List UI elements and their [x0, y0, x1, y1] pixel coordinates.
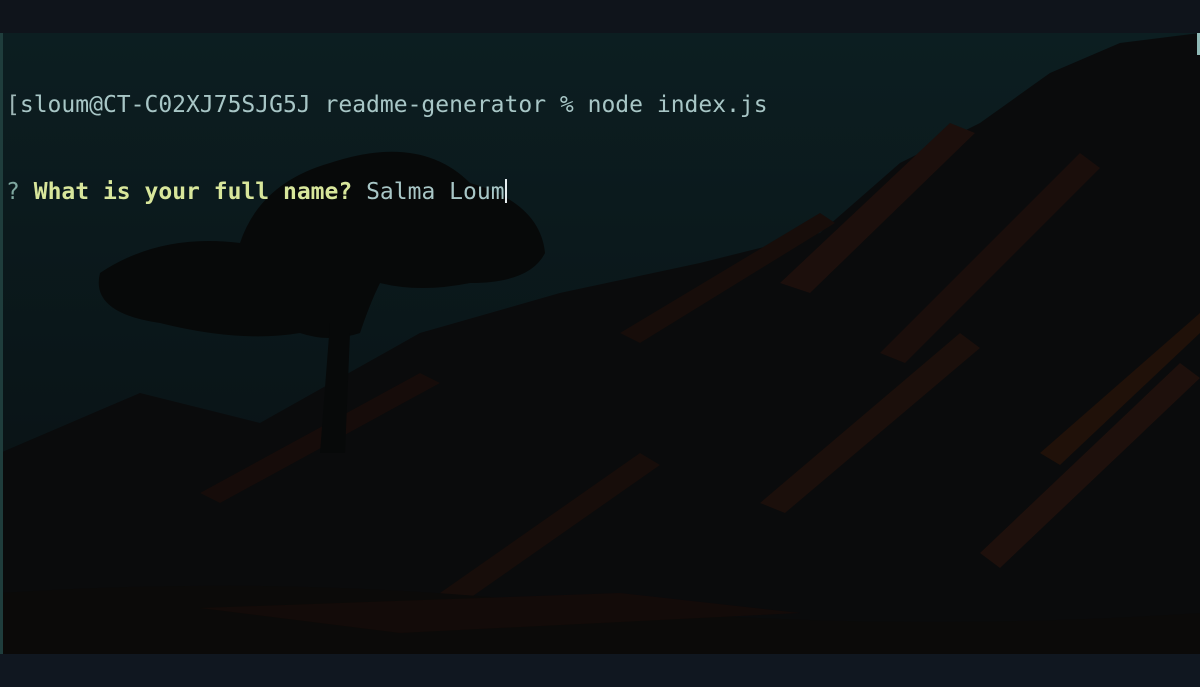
text-cursor [504, 179, 507, 203]
screen: [sloum@CT-C02XJ75SJG5J readme-generator … [0, 0, 1200, 687]
bottom-bar [0, 654, 1200, 687]
shell-command: node index.js [587, 92, 768, 118]
answer-input[interactable]: Salma Loum [366, 179, 504, 205]
top-bar [0, 0, 1200, 33]
question-line: ? What is your full name? Salma Loum [6, 178, 1191, 207]
terminal-output: [sloum@CT-C02XJ75SJG5J readme-generator … [6, 33, 1191, 265]
question-marker: ? [6, 179, 20, 205]
command-line: [sloum@CT-C02XJ75SJG5J readme-generator … [6, 91, 1191, 120]
window-left-edge [0, 33, 3, 654]
shell-prompt: sloum@CT-C02XJ75SJG5J readme-generator % [19, 92, 574, 118]
question-text: What is your full name? [33, 179, 353, 205]
line-bracket: [ [6, 92, 20, 118]
